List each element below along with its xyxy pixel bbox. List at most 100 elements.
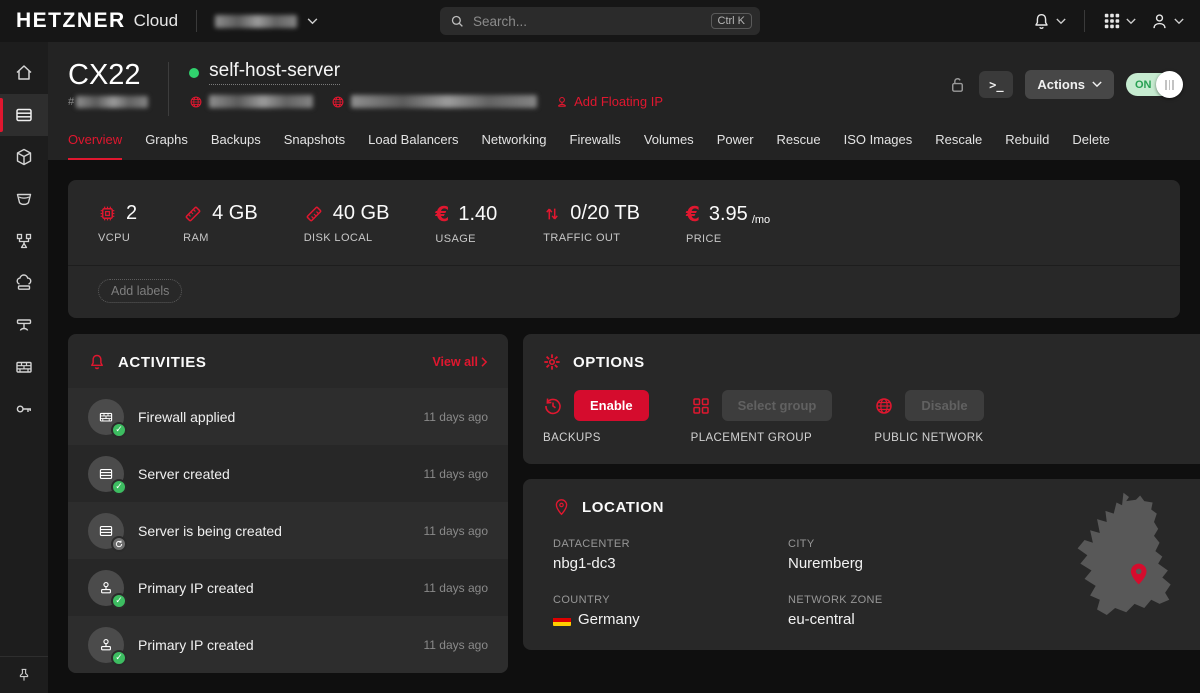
- activity-time: 11 days ago: [424, 410, 489, 424]
- stat-label: TRAFFIC OUT: [543, 232, 640, 244]
- field-label: CITY: [788, 538, 1023, 550]
- activity-title: Firewall applied: [138, 409, 235, 425]
- activity-time: 11 days ago: [424, 638, 489, 652]
- project-name-redacted: [215, 15, 297, 28]
- unlocked-icon[interactable]: [948, 75, 967, 94]
- options-title: OPTIONS: [573, 354, 645, 371]
- tab-graphs[interactable]: Graphs: [145, 132, 188, 160]
- tab-overview[interactable]: Overview: [68, 132, 122, 160]
- stat-disk: 40 GB DISK LOCAL: [304, 202, 390, 245]
- primary-ip-icon: [98, 580, 114, 596]
- activity-avatar: ✓: [88, 627, 124, 663]
- ipv4-address[interactable]: [189, 95, 313, 109]
- add-floating-ip-link[interactable]: Add Floating IP: [555, 94, 663, 109]
- euro-icon: €: [435, 202, 449, 226]
- location-panel: LOCATION DATACENTER nbg1-dc3 CITY Nuremb…: [523, 479, 1200, 650]
- globe-icon: [331, 95, 345, 109]
- sidebar-item-networks[interactable]: [0, 304, 48, 346]
- tab-load-balancers[interactable]: Load Balancers: [368, 132, 458, 160]
- chevron-down-icon: [1126, 18, 1136, 25]
- option-label: PLACEMENT GROUP: [691, 432, 833, 444]
- stat-value: 3.95: [709, 203, 748, 226]
- stat-value: 2: [126, 202, 137, 225]
- sidebar-item-firewalls[interactable]: [0, 346, 48, 388]
- tab-power[interactable]: Power: [717, 132, 754, 160]
- hetzner-logo[interactable]: HETZNER: [16, 9, 126, 33]
- sidebar-item-floating-ips[interactable]: [0, 262, 48, 304]
- sidebar-item-load-balancers[interactable]: [0, 220, 48, 262]
- sidebar-item-storage[interactable]: [0, 178, 48, 220]
- search-bar[interactable]: Ctrl K: [440, 7, 760, 35]
- activity-time: 11 days ago: [424, 524, 489, 538]
- ipv6-address[interactable]: [331, 95, 537, 109]
- bucket-icon: [14, 189, 34, 209]
- account-menu[interactable]: [1150, 12, 1184, 31]
- field-value: eu-central: [788, 611, 1023, 628]
- bell-icon: [88, 353, 106, 371]
- field-value: Germany: [578, 611, 640, 628]
- stat-value: 1.40: [458, 203, 497, 226]
- power-toggle[interactable]: ON: [1126, 73, 1180, 96]
- tab-rescue[interactable]: Rescue: [777, 132, 821, 160]
- sidebar-item-home[interactable]: [0, 52, 48, 94]
- placement-group-icon: [691, 396, 711, 416]
- sidebar-item-servers[interactable]: [0, 94, 48, 136]
- tab-delete[interactable]: Delete: [1072, 132, 1110, 160]
- server-id-redacted: [76, 96, 148, 108]
- field-city: CITY Nuremberg: [788, 538, 1023, 572]
- notifications-menu[interactable]: [1032, 12, 1066, 31]
- sidebar-item-security[interactable]: [0, 388, 48, 430]
- view-all-link[interactable]: View all: [432, 355, 488, 369]
- activity-avatar: ✓: [88, 399, 124, 435]
- tab-firewalls[interactable]: Firewalls: [570, 132, 621, 160]
- tab-networking[interactable]: Networking: [481, 132, 546, 160]
- sidebar-item-images[interactable]: [0, 136, 48, 178]
- chevron-down-icon: [1056, 18, 1066, 25]
- tab-rebuild[interactable]: Rebuild: [1005, 132, 1049, 160]
- field-country: COUNTRY Germany: [553, 594, 788, 628]
- stat-label: VCPU: [98, 232, 137, 244]
- enable-backups-button[interactable]: Enable: [574, 390, 649, 421]
- activity-row[interactable]: ✓ Firewall applied 11 days ago: [68, 388, 508, 445]
- actions-button[interactable]: Actions: [1025, 70, 1114, 99]
- server-name[interactable]: self-host-server: [209, 60, 340, 85]
- tab-volumes[interactable]: Volumes: [644, 132, 694, 160]
- gear-icon: [543, 353, 561, 371]
- option-placement-group: Select group PLACEMENT GROUP: [691, 390, 833, 444]
- activity-row[interactable]: ✓ Server created 11 days ago: [68, 445, 508, 502]
- bell-icon: [1032, 12, 1051, 31]
- stat-label: DISK LOCAL: [304, 232, 390, 244]
- map-pin-icon: [553, 498, 570, 517]
- server-type: CX22: [68, 60, 148, 92]
- activity-row[interactable]: ✓ Primary IP created 11 days ago: [68, 559, 508, 616]
- activity-title: Server is being created: [138, 523, 282, 539]
- tab-rescale[interactable]: Rescale: [935, 132, 982, 160]
- console-button[interactable]: >_: [979, 71, 1013, 98]
- server-type-block: CX22 #: [68, 60, 148, 108]
- sidebar-pin-toggle[interactable]: [0, 656, 48, 693]
- tab-iso-images[interactable]: ISO Images: [844, 132, 913, 160]
- stat-value: 40 GB: [333, 202, 390, 225]
- backup-history-icon: [543, 396, 563, 416]
- search-input[interactable]: [473, 14, 711, 29]
- server-id-prefix: #: [68, 96, 74, 108]
- field-label: COUNTRY: [553, 594, 788, 606]
- apps-menu[interactable]: [1103, 12, 1136, 30]
- chevron-right-icon: [481, 357, 488, 367]
- project-selector[interactable]: [215, 15, 318, 28]
- activity-avatar: ✓: [88, 456, 124, 492]
- activity-row[interactable]: Server is being created 11 days ago: [68, 502, 508, 559]
- stat-label: RAM: [183, 232, 258, 244]
- activity-row[interactable]: ✓ Primary IP created 11 days ago: [68, 616, 508, 673]
- add-labels-button[interactable]: Add labels: [98, 279, 182, 303]
- add-floating-ip-label: Add Floating IP: [574, 94, 663, 109]
- field-network-zone: NETWORK ZONE eu-central: [788, 594, 1023, 628]
- select-placement-group-button[interactable]: Select group: [722, 390, 833, 421]
- toggle-knob[interactable]: [1156, 71, 1183, 98]
- divider: [1084, 10, 1085, 32]
- disable-public-network-button[interactable]: Disable: [905, 390, 983, 421]
- location-title: LOCATION: [582, 499, 664, 516]
- tab-snapshots[interactable]: Snapshots: [284, 132, 345, 160]
- tab-backups[interactable]: Backups: [211, 132, 261, 160]
- top-bar: HETZNER Cloud Ctrl K: [0, 0, 1200, 42]
